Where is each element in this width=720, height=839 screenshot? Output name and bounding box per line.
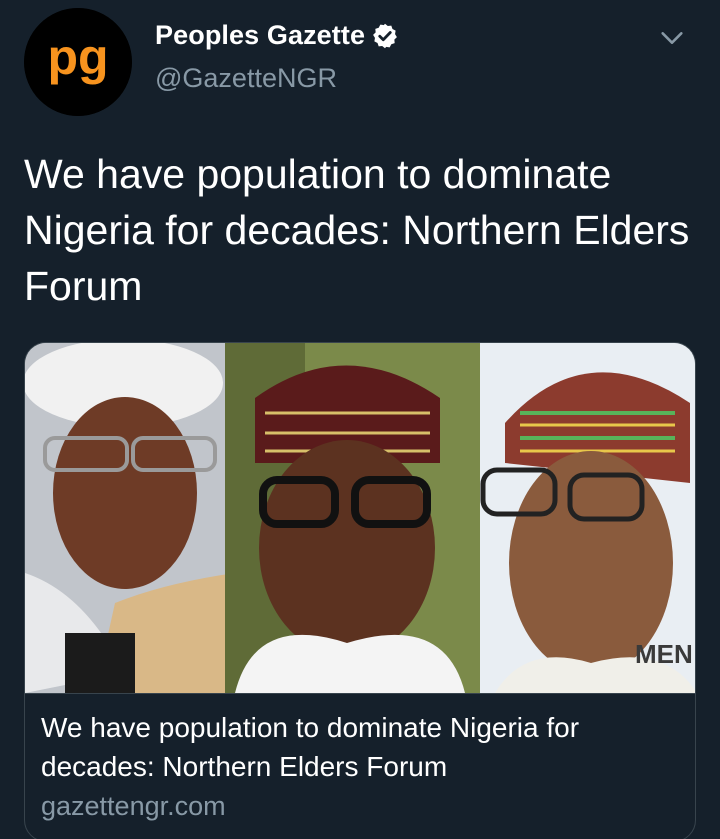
chevron-down-icon[interactable] [658, 24, 686, 52]
tweet-header: pg Peoples Gazette @GazetteNGR [24, 6, 700, 116]
tweet-text: We have population to dominate Nigeria f… [24, 151, 690, 309]
handle[interactable]: @GazetteNGR [155, 63, 399, 94]
background-sign-text: MEN [635, 639, 693, 669]
display-name[interactable]: Peoples Gazette [155, 20, 365, 51]
card-image[interactable]: MEN [25, 343, 695, 693]
avatar-logo-text: pg [47, 29, 108, 85]
card-photo: MEN [25, 343, 695, 693]
display-name-row: Peoples Gazette [155, 20, 399, 51]
link-card[interactable]: MEN We have population to dominate Niger… [24, 342, 696, 839]
verified-badge-icon [373, 23, 397, 48]
card-body[interactable]: We have population to dominate Nigeria f… [25, 693, 695, 824]
tweet: pg Peoples Gazette @GazetteNGR We have p… [0, 0, 720, 839]
card-title[interactable]: We have population to dominate Nigeria f… [41, 708, 679, 786]
author-names: Peoples Gazette @GazetteNGR [155, 20, 399, 94]
card-domain: gazettengr.com [41, 791, 226, 821]
avatar[interactable]: pg [24, 8, 132, 116]
peoples-gazette-logo-icon: pg [24, 8, 132, 116]
